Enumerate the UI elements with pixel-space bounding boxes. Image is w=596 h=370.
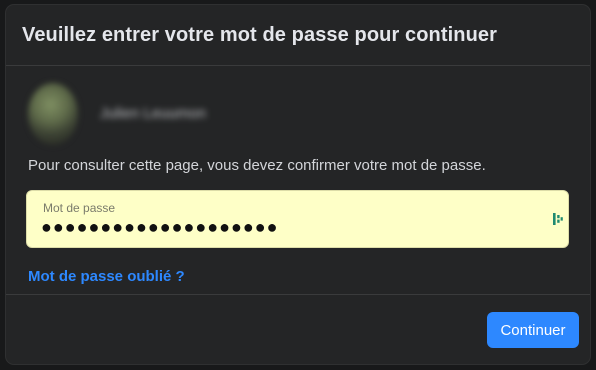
user-row: Julien Leuumon [26, 66, 570, 156]
footer-divider [6, 294, 590, 295]
password-field[interactable]: Mot de passe ●●●●●●●●●●●●●●●●●●●● [26, 190, 569, 248]
confirm-password-dialog: Veuillez entrer votre mot de passe pour … [6, 5, 590, 364]
password-value: ●●●●●●●●●●●●●●●●●●●● [41, 217, 279, 237]
password-manager-icon[interactable] [552, 211, 564, 227]
dialog-header: Veuillez entrer votre mot de passe pour … [6, 5, 590, 66]
avatar [28, 83, 78, 145]
confirm-message: Pour consulter cette page, vous devez co… [28, 157, 486, 174]
continue-button[interactable]: Continuer [487, 312, 579, 348]
dialog-title: Veuillez entrer votre mot de passe pour … [22, 23, 498, 46]
dialog-body: Julien Leuumon Pour consulter cette page… [6, 66, 590, 294]
password-label: Mot de passe [43, 201, 116, 215]
forgot-password-link[interactable]: Mot de passe oublié ? [28, 268, 185, 285]
username: Julien Leuumon [100, 104, 206, 122]
